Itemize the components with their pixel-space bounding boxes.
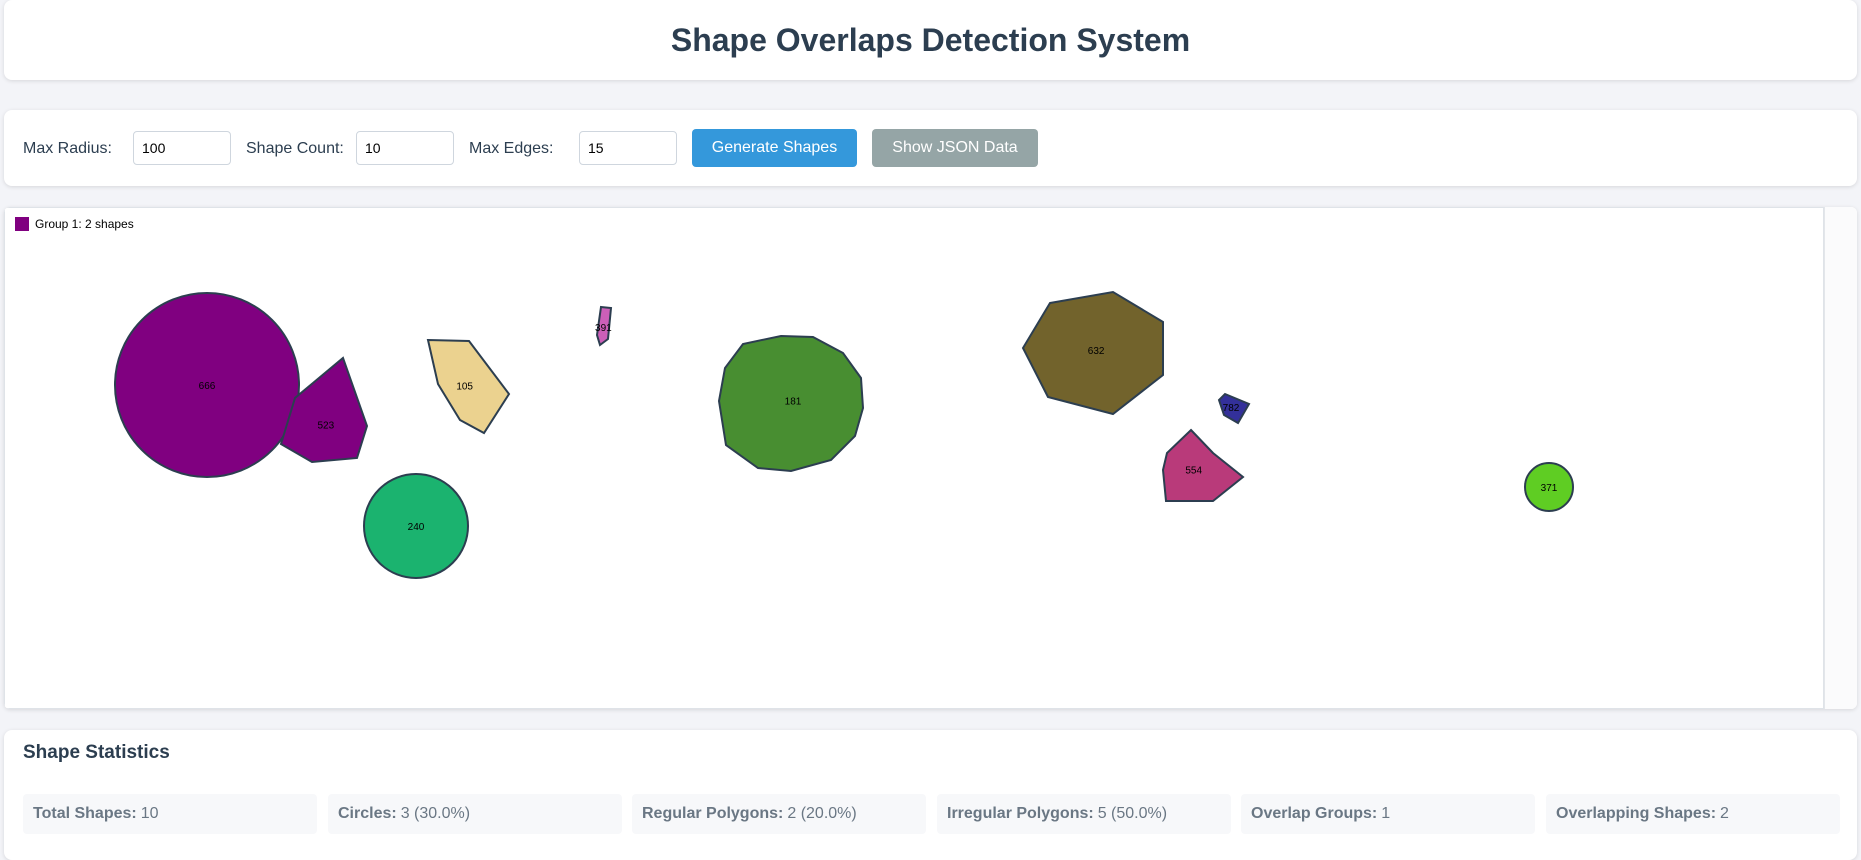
shape-canvas-panel: Group 1: 2 shapes 666 523 105 391 240 181 632 7… (4, 207, 1857, 709)
stat-value: 1 (1381, 805, 1391, 822)
shape-id-label: 666 (199, 381, 216, 392)
stat-value: 2 (1720, 805, 1729, 822)
stat-circles: Circles: 3 (30.0%) (328, 794, 622, 834)
max-radius-label: Max Radius: (23, 140, 112, 157)
max-radius-input[interactable] (133, 131, 231, 165)
stat-label: Circles: (338, 805, 397, 822)
stat-value: 2 (20.0%) (787, 805, 857, 822)
generate-shapes-button[interactable]: Generate Shapes (692, 129, 857, 167)
stat-label: Overlapping Shapes: (1556, 805, 1717, 822)
shape-id-label: 371 (1541, 483, 1558, 494)
show-json-button[interactable]: Show JSON Data (872, 129, 1038, 167)
shape-id-label: 523 (317, 420, 334, 431)
shape-polygon-554[interactable] (1161, 428, 1245, 502)
statistics-title: Shape Statistics (23, 742, 170, 763)
shape-id-label: 105 (456, 381, 473, 392)
stat-value: 3 (30.0%) (400, 805, 471, 822)
max-edges-input[interactable] (579, 131, 677, 165)
stat-overlapping-shapes: Overlapping Shapes: 2 (1546, 794, 1840, 834)
statistics-panel: Shape Statistics Total Shapes: 10 Circles… (4, 730, 1857, 860)
stat-value: 5 (50.0%) (1097, 805, 1168, 822)
stat-irregular-polygons: Irregular Polygons: 5 (50.0%) (937, 794, 1231, 834)
stat-regular-polygons: Regular Polygons: 2 (20.0%) (632, 794, 926, 834)
page-title: Shape Overlaps Detection System (670, 21, 1191, 58)
stat-label: Irregular Polygons: (947, 805, 1094, 822)
shape-id-label: 391 (595, 323, 612, 334)
stat-value: 10 (140, 805, 159, 822)
shape-count-input[interactable] (356, 131, 454, 165)
shape-id-label: 181 (785, 396, 802, 407)
stat-total-shapes: Total Shapes: 10 (23, 794, 317, 834)
stat-label: Total Shapes: (33, 805, 137, 822)
max-edges-label: Max Edges: (469, 140, 554, 157)
shape-count-label: Shape Count: (246, 140, 344, 157)
stat-overlap-groups: Overlap Groups: 1 (1241, 794, 1535, 834)
shapes-svg: 666 523 105 391 240 181 632 782 554 371 (114, 290, 1574, 579)
shape-id-label: 632 (1088, 346, 1105, 357)
canvas-scrollbar[interactable] (1824, 207, 1857, 709)
shape-id-label: 782 (1223, 403, 1240, 414)
stat-label: Overlap Groups: (1251, 805, 1378, 822)
stat-label: Regular Polygons: (642, 805, 784, 822)
shape-id-label: 554 (1185, 465, 1202, 476)
header-panel: Shape Overlaps Detection System (4, 0, 1857, 80)
shape-canvas[interactable]: Group 1: 2 shapes 666 523 105 391 240 181 632 7… (4, 207, 1824, 709)
shape-id-label: 240 (408, 522, 425, 533)
